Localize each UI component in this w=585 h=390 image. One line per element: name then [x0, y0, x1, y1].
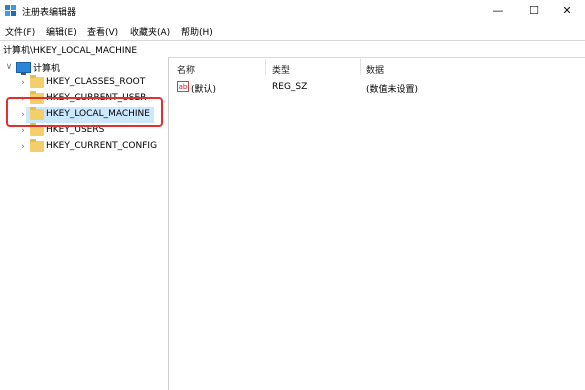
menu-view[interactable]: 查看(V): [87, 25, 118, 38]
menu-edit[interactable]: 编辑(E): [46, 25, 77, 38]
tree-item-label: HKEY_CLASSES_ROOT: [46, 77, 146, 87]
column-header-name[interactable]: 名称: [177, 63, 195, 76]
column-divider[interactable]: [265, 59, 266, 75]
menu-file[interactable]: 文件(F): [5, 25, 35, 38]
folder-icon: [30, 75, 44, 88]
close-button[interactable]: ✕: [549, 0, 585, 22]
address-bar[interactable]: 计算机\HKEY_LOCAL_MACHINE: [0, 40, 585, 58]
menu-help[interactable]: 帮助(H): [181, 25, 213, 38]
column-divider[interactable]: [360, 59, 361, 75]
chevron-down-icon[interactable]: ∨: [4, 61, 14, 73]
computer-icon: [16, 62, 31, 75]
tree-item-label: HKEY_CURRENT_CONFIG: [46, 141, 158, 151]
string-value-icon: ab: [177, 81, 189, 92]
value-name: (默认): [191, 85, 217, 95]
maximize-button[interactable]: ☐: [516, 0, 552, 22]
chevron-right-icon[interactable]: ›: [18, 141, 28, 153]
menu-favorites[interactable]: 收藏夹(A): [130, 25, 170, 38]
menu-bar: 文件(F) 编辑(E) 查看(V) 收藏夹(A) 帮助(H): [0, 22, 585, 40]
registry-editor-icon: [5, 5, 16, 16]
minimize-button[interactable]: —: [480, 0, 516, 22]
value-type: REG_SZ: [272, 82, 308, 92]
column-header-type[interactable]: 类型: [272, 63, 290, 76]
value-data: (数值未设置): [366, 85, 419, 95]
column-header-data[interactable]: 数据: [366, 63, 384, 76]
folder-icon: [30, 139, 44, 152]
tree-root-label: 计算机: [33, 64, 61, 74]
tree-root-computer[interactable]: ∨ 计算机: [0, 59, 168, 75]
chevron-right-icon[interactable]: ›: [18, 77, 28, 89]
tree-item-hkey-classes-root[interactable]: › HKEY_CLASSES_ROOT: [0, 75, 168, 91]
title-bar: 注册表编辑器 — ☐ ✕: [0, 0, 585, 22]
table-row[interactable]: ab (默认) REG_SZ (数值未设置): [170, 79, 585, 95]
address-path[interactable]: 计算机\HKEY_LOCAL_MACHINE: [3, 43, 137, 56]
tree-item-hkey-current-config[interactable]: › HKEY_CURRENT_CONFIG: [0, 139, 168, 155]
window-title: 注册表编辑器: [22, 8, 77, 18]
values-pane: 名称 类型 数据 ab (默认) REG_SZ (数值未设置): [170, 57, 585, 390]
red-highlight-box: [6, 97, 163, 127]
